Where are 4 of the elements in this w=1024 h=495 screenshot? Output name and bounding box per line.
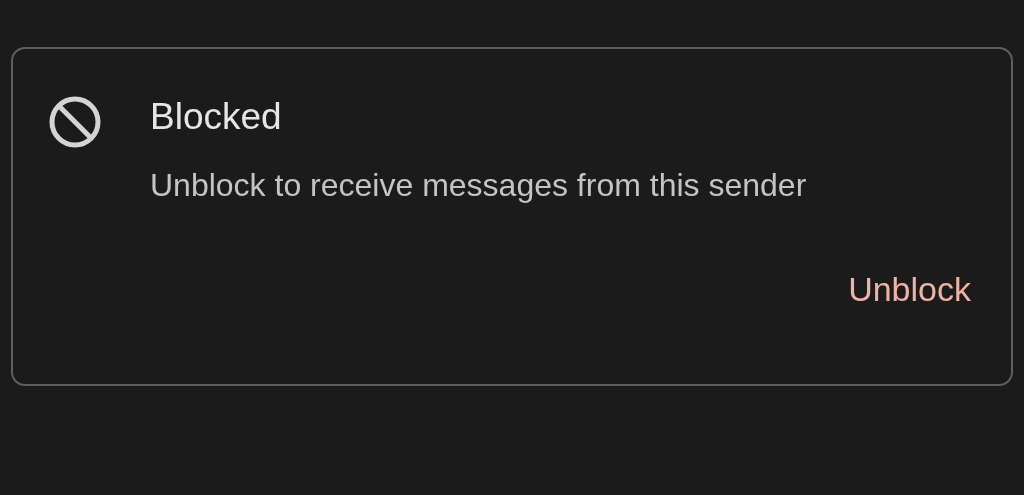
unblock-button[interactable]: Unblock [848, 267, 971, 311]
card-title: Blocked [150, 95, 283, 139]
block-icon [48, 95, 102, 149]
card-message: Unblock to receive messages from this sender [150, 166, 808, 205]
